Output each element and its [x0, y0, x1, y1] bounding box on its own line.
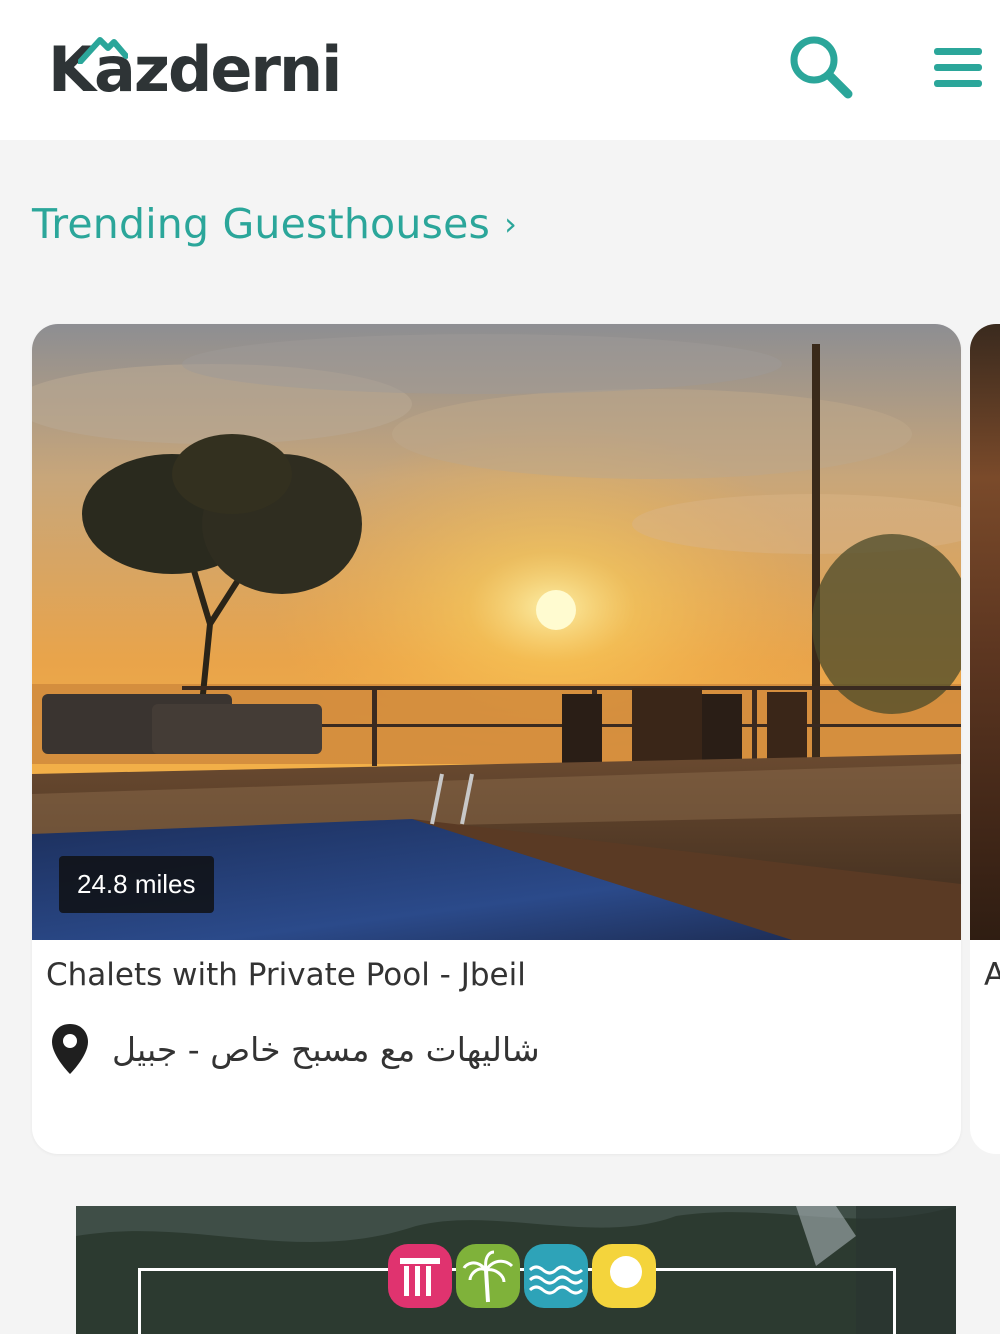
guesthouse-card[interactable]: 24.8 miles Chalets with Private Pool - J… [32, 324, 961, 1154]
search-button[interactable] [786, 32, 858, 104]
brand-logo[interactable]: Kazderni [48, 30, 342, 110]
section-title: Trending Guesthouses [32, 200, 491, 248]
ruins-icon [388, 1244, 452, 1308]
sunset-pool-terrace-photo [32, 324, 961, 940]
guesthouse-title[interactable]: Chalets with Private Pool - Jbeil [46, 957, 526, 993]
guesthouse-photo [32, 324, 961, 940]
chevron-right-icon: › [504, 205, 518, 243]
promo-banner[interactable] [76, 1206, 956, 1334]
hamburger-menu-icon [934, 48, 982, 87]
location-text: شاليهات مع مسبح خاص - جبيل [112, 1029, 540, 1069]
guesthouse-card-next[interactable]: A [970, 324, 1000, 1154]
logo-roof-icon [78, 37, 128, 64]
distance-badge: 24.8 miles [59, 856, 214, 913]
sun-icon [592, 1244, 656, 1308]
palm-tree-icon [456, 1244, 520, 1308]
trending-guesthouses-link[interactable]: Trending Guesthouses › [32, 196, 517, 252]
wooden-interior-photo [970, 324, 1000, 940]
guesthouse-title-next: A [984, 957, 1000, 993]
sea-waves-icon [524, 1244, 588, 1308]
menu-button[interactable] [926, 38, 990, 98]
app-header: Kazderni [0, 0, 1000, 140]
search-icon [790, 36, 853, 99]
location-pin-icon [52, 1024, 88, 1074]
guesthouse-location: شاليهات مع مسبح خاص - جبيل [50, 1022, 540, 1076]
banner-icons [388, 1244, 656, 1308]
